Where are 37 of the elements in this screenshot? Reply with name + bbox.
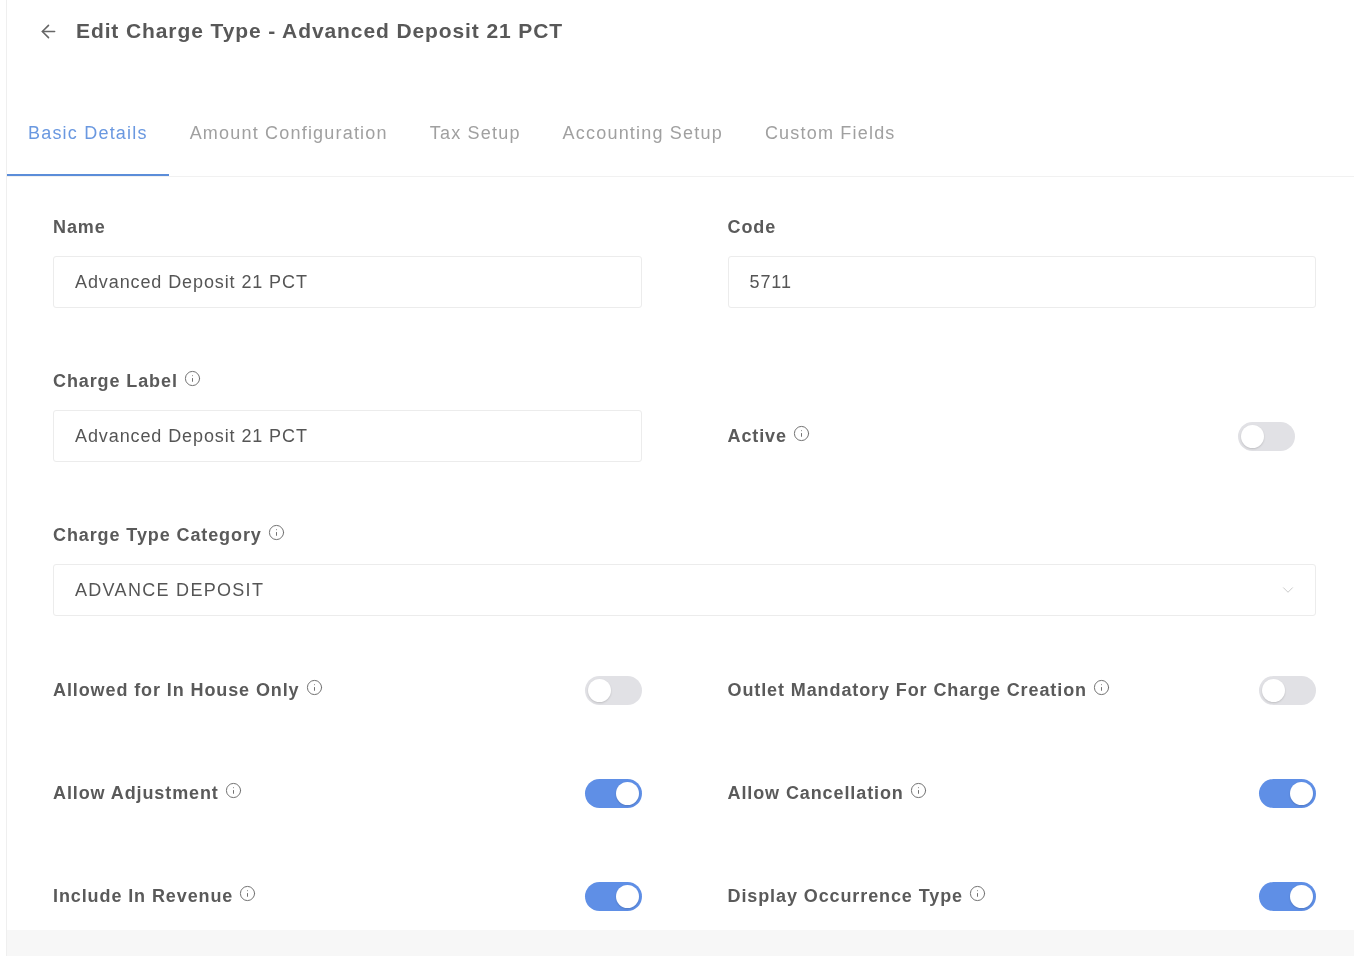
- tab[interactable]: Amount Configuration: [168, 92, 409, 176]
- field-label: Outlet Mandatory For Charge Creation: [727, 679, 1087, 701]
- info-icon[interactable]: [183, 370, 201, 387]
- tab[interactable]: Basic Details: [7, 92, 169, 176]
- info-icon[interactable]: [305, 679, 323, 696]
- select-dropdown[interactable]: ADVANCE DEPOSIT: [53, 564, 1316, 616]
- field-label: Allow Cancellation: [727, 782, 904, 804]
- toggle-switch[interactable]: [1259, 881, 1316, 911]
- tab[interactable]: Custom Fields: [743, 92, 917, 176]
- info-icon[interactable]: [267, 524, 285, 541]
- text-input[interactable]: 5711: [727, 256, 1316, 308]
- page-title: Edit Charge Type - Advanced Deposit 21 PCT: [76, 18, 564, 44]
- field-label: Allow Adjustment: [53, 782, 219, 804]
- toggle-switch[interactable]: [1259, 675, 1316, 705]
- field-label: Charge Type Category: [53, 524, 262, 546]
- info-icon[interactable]: [968, 885, 986, 902]
- toggle-switch[interactable]: [584, 675, 642, 705]
- toggle-switch[interactable]: [1238, 421, 1295, 451]
- tab[interactable]: Tax Setup: [408, 92, 542, 176]
- field-label: Name: [53, 216, 106, 238]
- info-icon[interactable]: [1092, 679, 1110, 696]
- field-label: Active: [727, 425, 787, 447]
- text-input[interactable]: Advanced Deposit 21 PCT: [53, 410, 642, 462]
- info-icon[interactable]: [239, 885, 257, 902]
- info-icon[interactable]: [909, 782, 927, 799]
- field-label: Include In Revenue: [53, 885, 234, 907]
- toggle-switch[interactable]: [584, 881, 642, 911]
- info-icon[interactable]: [792, 425, 810, 442]
- info-icon[interactable]: [224, 782, 242, 799]
- field-label: Charge Label: [53, 370, 178, 392]
- field-label: Allowed for In House Only: [53, 679, 300, 701]
- toggle-switch[interactable]: [584, 778, 642, 808]
- toggle-switch[interactable]: [1259, 778, 1316, 808]
- text-input[interactable]: Advanced Deposit 21 PCT: [53, 256, 642, 308]
- field-label: Code: [727, 216, 777, 238]
- tab[interactable]: Accounting Setup: [541, 92, 744, 176]
- field-label: Display Occurrence Type: [727, 885, 963, 907]
